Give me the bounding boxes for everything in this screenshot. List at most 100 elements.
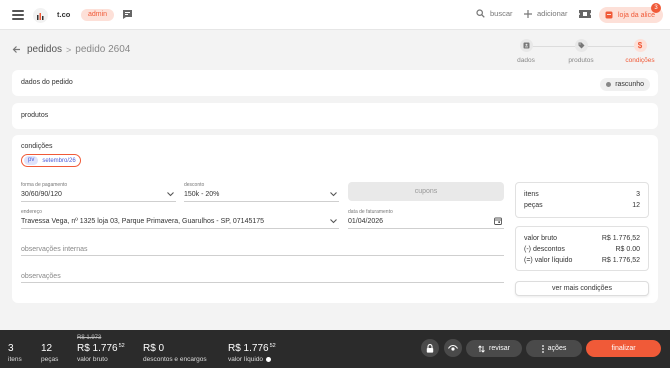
back-arrow-icon[interactable]	[12, 45, 21, 56]
step-produtos[interactable]: produtos	[561, 39, 601, 64]
review-label: revisar	[488, 345, 510, 352]
step-label: produtos	[568, 57, 594, 64]
actions-label: ações	[547, 345, 567, 352]
search-label: buscar	[490, 9, 513, 18]
summary-discounts-row: (-) descontos R$ 0.00	[524, 246, 640, 253]
lock-icon	[426, 343, 434, 353]
actions-button[interactable]: ações	[526, 340, 582, 357]
footer-discounts-label: descontos e encargos	[143, 356, 207, 363]
footer-gross-old: R$ 1.973	[77, 335, 102, 341]
menu-icon[interactable]	[12, 10, 24, 20]
brand-logo[interactable]	[33, 8, 48, 23]
summary-net-row: (=) valor líquido R$ 1.776,52	[524, 257, 640, 264]
chevron-down-icon	[330, 192, 337, 197]
search-button[interactable]: buscar	[476, 9, 513, 18]
notes-placeholder: observações	[21, 273, 61, 280]
net-cents: 52	[269, 343, 276, 349]
summary-gross-row: valor bruto R$ 1.776,52	[524, 235, 640, 242]
field-value: 01/04/2026	[348, 218, 384, 225]
field-label: desconto	[184, 182, 205, 188]
review-button[interactable]: revisar	[466, 340, 522, 357]
breadcrumb-separator: >	[66, 44, 72, 55]
ticket-icon[interactable]	[579, 9, 591, 21]
footer-net-value: R$ 1.77652	[228, 343, 276, 354]
summary-value: 12	[632, 202, 640, 209]
field-value: 30/60/90/120	[21, 191, 62, 198]
info-dot-icon[interactable]	[266, 356, 272, 362]
visibility-button[interactable]	[444, 339, 462, 357]
id-card-icon	[519, 39, 533, 52]
gross-main: R$ 1.776	[77, 343, 118, 354]
order-data-section[interactable]: dados do pedido rascunho	[12, 70, 658, 96]
address-select[interactable]: endereço Travessa Vega, nº 1325 loja 03,…	[21, 209, 339, 229]
internal-notes-placeholder: observações internas	[21, 246, 88, 253]
more-conditions-button[interactable]: ver mais condições	[515, 281, 649, 296]
store-icon	[605, 11, 613, 19]
notes-input[interactable]: observações	[21, 267, 504, 283]
breadcrumb-parent[interactable]: pedidos	[27, 44, 62, 55]
payment-select[interactable]: forma de pagamento 30/60/90/120	[21, 182, 176, 202]
add-button[interactable]: adicionar	[524, 9, 567, 18]
chevron-down-icon	[330, 219, 337, 224]
status-badge: rascunho	[600, 78, 650, 91]
top-bar: t.co admin buscar adicionar loja da alic…	[0, 0, 670, 30]
field-label: endereço	[21, 209, 42, 215]
field-value: 150k - 20%	[184, 191, 220, 198]
step-label: condições	[625, 57, 655, 64]
summary-pieces-row: peças 12	[524, 202, 640, 209]
price-table-code: pv	[24, 156, 39, 165]
tag-icon	[574, 39, 588, 52]
field-label: data de faturamento	[348, 209, 393, 215]
dollar-icon: $	[633, 39, 647, 52]
calendar-icon[interactable]	[494, 217, 502, 225]
finish-button[interactable]: finalizar	[586, 340, 661, 357]
internal-notes-input[interactable]: observações internas	[21, 240, 504, 256]
brand-name: t.co	[57, 10, 71, 19]
footer-discounts-value: R$ 0	[143, 343, 165, 354]
lock-button[interactable]	[421, 339, 439, 357]
quantity-summary: itens 3 peças 12	[515, 182, 649, 218]
summary-label: (=) valor líquido	[524, 257, 573, 264]
notification-badge[interactable]: 3	[651, 3, 661, 13]
plus-icon	[524, 9, 532, 18]
sort-arrows-icon	[478, 344, 485, 353]
step-label: dados	[517, 57, 535, 64]
billing-date-field[interactable]: data de faturamento 01/04/2026	[348, 209, 504, 229]
section-title: dados do pedido	[21, 79, 73, 86]
section-title: condições	[21, 143, 53, 150]
products-section[interactable]: produtos	[12, 103, 658, 129]
net-main: R$ 1.776	[228, 343, 269, 354]
role-badge: admin	[81, 9, 115, 21]
summary-label: (-) descontos	[524, 246, 565, 253]
breadcrumb: pedidos > pedido 2604	[27, 44, 130, 55]
summary-value: R$ 1.776,52	[601, 235, 640, 242]
footer-pieces-label: peças	[41, 356, 59, 363]
field-label: forma de pagamento	[21, 182, 68, 188]
more-vertical-icon	[541, 344, 544, 353]
footer-items-value: 3	[8, 343, 14, 354]
price-table-tag[interactable]: pv setembro/26	[21, 154, 81, 167]
chevron-down-icon	[167, 192, 174, 197]
add-label: adicionar	[537, 9, 568, 18]
footer-gross-label: valor bruto	[77, 356, 108, 363]
field-value: Travessa Vega, nº 1325 loja 03, Parque P…	[21, 218, 265, 225]
footer-gross-value: R$ 1.77652	[77, 343, 125, 354]
search-icon	[476, 9, 485, 18]
step-condicoes[interactable]: $ condições	[620, 39, 660, 64]
net-label-text: valor líquido	[228, 356, 264, 363]
coupons-button[interactable]: cupons	[348, 182, 504, 201]
status-dot	[606, 82, 612, 87]
chat-icon[interactable]	[122, 9, 133, 22]
footer-pieces-value: 12	[41, 343, 53, 354]
discount-select[interactable]: desconto 150k - 20%	[184, 182, 339, 202]
values-summary: valor bruto R$ 1.776,52 (-) descontos R$…	[515, 226, 649, 271]
step-dados[interactable]: dados	[506, 39, 546, 64]
footer-net-label: valor líquido	[228, 356, 272, 363]
summary-value: 3	[636, 191, 640, 198]
section-title: produtos	[21, 112, 49, 119]
eye-icon	[448, 344, 458, 351]
breadcrumb-current: pedido 2604	[75, 44, 131, 55]
store-label: loja da alice	[618, 11, 655, 19]
summary-label: itens	[524, 191, 539, 198]
status-label: rascunho	[615, 81, 644, 88]
